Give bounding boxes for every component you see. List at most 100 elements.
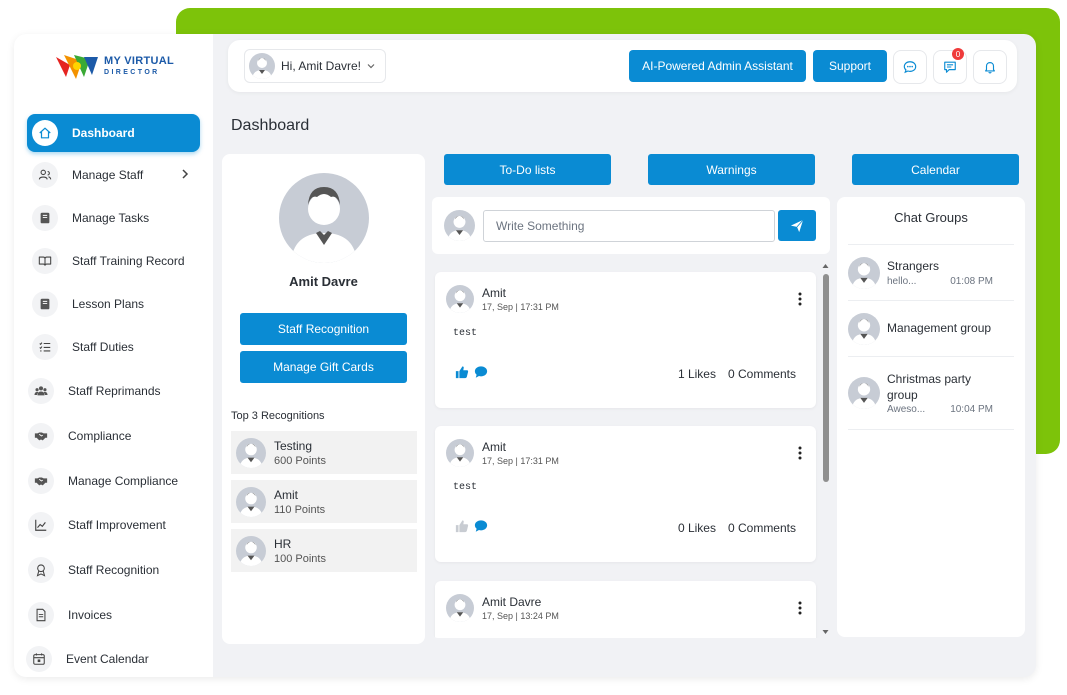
like-icon[interactable] bbox=[455, 519, 469, 533]
compose-post: Write Something bbox=[432, 197, 830, 254]
sidebar-item-staff-recognition[interactable]: Staff Recognition bbox=[23, 551, 196, 589]
feed-post: Amit 17, Sep | 17:31 PM test 1 Likes 0 C… bbox=[435, 272, 816, 408]
sidebar-item-compliance[interactable]: Compliance bbox=[23, 417, 196, 455]
comment-icon[interactable] bbox=[474, 519, 488, 533]
recognition-row[interactable]: Amit 110 Points bbox=[231, 480, 417, 523]
sidebar-item-staff-duties[interactable]: Staff Duties bbox=[27, 328, 200, 366]
sidebar-item-manage-staff[interactable]: Manage Staff bbox=[27, 156, 200, 194]
post-likes-count[interactable]: 1 Likes bbox=[678, 367, 716, 381]
post-comments-count[interactable]: 0 Comments bbox=[728, 367, 796, 381]
post-author: Amit Davre bbox=[482, 595, 542, 609]
sidebar-item-label: Dashboard bbox=[72, 126, 135, 140]
avatar bbox=[236, 535, 266, 566]
avatar bbox=[444, 210, 475, 241]
sidebar-item-label: Event Calendar bbox=[66, 652, 149, 666]
send-post-button[interactable] bbox=[778, 210, 816, 241]
recognition-name: HR bbox=[274, 536, 292, 551]
user-greeting: Hi, Amit Davre! bbox=[281, 59, 362, 73]
notification-count-badge: 0 bbox=[952, 48, 964, 60]
warnings-button[interactable]: Warnings bbox=[648, 154, 815, 185]
post-body: test bbox=[453, 482, 478, 493]
chat-group-item[interactable]: Strangers hello... 01:08 PM bbox=[848, 244, 1014, 300]
todo-lists-button[interactable]: To-Do lists bbox=[444, 154, 611, 185]
chat-groups-title: Chat Groups bbox=[894, 210, 968, 225]
comment-icon[interactable] bbox=[474, 365, 488, 379]
profile-avatar bbox=[279, 173, 369, 263]
notifications-button[interactable] bbox=[973, 50, 1007, 84]
avatar bbox=[446, 594, 474, 622]
sidebar-item-label: Invoices bbox=[68, 608, 113, 622]
chat-bubble-icon bbox=[903, 61, 917, 74]
recognition-name: Amit bbox=[274, 487, 298, 502]
scroll-up-arrow-icon[interactable] bbox=[821, 262, 830, 270]
chevron-down-icon bbox=[367, 64, 375, 69]
sidebar-item-staff-reprimands[interactable]: Staff Reprimands bbox=[23, 372, 196, 410]
sidebar-item-invoices[interactable]: Invoices bbox=[23, 596, 196, 634]
chat-group-item[interactable]: Management group bbox=[848, 300, 1014, 356]
trend-chart-icon bbox=[28, 512, 54, 538]
post-likes-count[interactable]: 0 Likes bbox=[678, 521, 716, 535]
manage-gift-cards-button[interactable]: Manage Gift Cards bbox=[240, 351, 407, 383]
chat-group-name: Strangers bbox=[887, 259, 940, 274]
feed-scrollbar[interactable] bbox=[821, 260, 830, 638]
sidebar-item-label: Staff Training Record bbox=[72, 254, 185, 268]
recognition-name: Testing bbox=[274, 438, 313, 453]
messages-button[interactable]: 0 bbox=[933, 48, 967, 84]
sidebar-item-dashboard[interactable]: Dashboard bbox=[27, 114, 200, 152]
calendar-icon bbox=[26, 646, 52, 672]
sidebar-item-event-calendar[interactable]: Event Calendar bbox=[21, 640, 194, 677]
book-icon bbox=[32, 205, 58, 231]
scrollbar-thumb[interactable] bbox=[823, 274, 829, 482]
recognition-row[interactable]: Testing 600 Points bbox=[231, 431, 417, 474]
staff-recognition-button[interactable]: Staff Recognition bbox=[240, 313, 407, 345]
sidebar-item-label: Manage Tasks bbox=[72, 211, 150, 225]
write-something-input[interactable]: Write Something bbox=[483, 210, 775, 242]
post-comments-count[interactable]: 0 Comments bbox=[728, 521, 796, 535]
logo-subtitle: DIRECTOR bbox=[103, 69, 160, 76]
logo-mark-icon bbox=[55, 55, 98, 79]
post-timestamp: 17, Sep | 17:31 PM bbox=[482, 302, 559, 312]
chat-group-item[interactable]: Christmas party group Aweso... 10:04 PM bbox=[848, 356, 1014, 430]
award-icon bbox=[28, 557, 54, 583]
sidebar-item-label: Lesson Plans bbox=[72, 297, 145, 311]
feed-post: Amit 17, Sep | 17:31 PM test 0 Likes 0 C… bbox=[435, 426, 816, 562]
sidebar-item-label: Staff Reprimands bbox=[68, 384, 161, 398]
sidebar-item-lesson-plans[interactable]: Lesson Plans bbox=[27, 285, 200, 323]
calendar-button[interactable]: Calendar bbox=[852, 154, 1019, 185]
chat-preview: Aweso... bbox=[887, 404, 926, 416]
scroll-down-arrow-icon[interactable] bbox=[821, 628, 830, 636]
message-icon bbox=[944, 61, 956, 73]
sidebar-item-staff-training-record[interactable]: Staff Training Record bbox=[27, 242, 200, 280]
post-timestamp: 17, Sep | 13:24 PM bbox=[482, 611, 559, 621]
sidebar-item-label: Manage Staff bbox=[72, 168, 144, 182]
chat-time: 10:04 PM bbox=[950, 404, 993, 416]
avatar bbox=[249, 53, 275, 79]
like-icon[interactable] bbox=[455, 365, 469, 379]
user-menu-dropdown[interactable]: Hi, Amit Davre! bbox=[244, 49, 387, 83]
chat-button[interactable] bbox=[893, 50, 927, 84]
book-icon bbox=[32, 291, 58, 317]
support-button[interactable]: Support bbox=[813, 50, 887, 82]
ai-admin-assistant-button[interactable]: AI-Powered Admin Assistant bbox=[629, 50, 806, 82]
more-options-icon[interactable] bbox=[798, 601, 802, 615]
sidebar: MY VIRTUAL DIRECTOR Dashboard Manage Sta… bbox=[14, 34, 213, 677]
more-options-icon[interactable] bbox=[798, 446, 802, 460]
top-header: Hi, Amit Davre! AI-Powered Admin Assista… bbox=[228, 40, 1017, 92]
sidebar-item-manage-compliance[interactable]: Manage Compliance bbox=[23, 462, 196, 500]
post-feed[interactable]: Amit 17, Sep | 17:31 PM test 1 Likes 0 C… bbox=[432, 260, 830, 638]
users-icon bbox=[32, 162, 58, 188]
sidebar-item-manage-tasks[interactable]: Manage Tasks bbox=[27, 199, 200, 237]
avatar bbox=[236, 486, 266, 517]
avatar bbox=[848, 377, 880, 409]
avatar bbox=[848, 312, 880, 345]
chat-groups-panel: Chat Groups Strangers hello... 01:08 PM … bbox=[837, 197, 1025, 637]
avatar bbox=[848, 256, 880, 289]
brand-logo[interactable]: MY VIRTUAL DIRECTOR bbox=[54, 50, 174, 82]
profile-name: Amit Davre bbox=[289, 274, 358, 289]
logo-wordmark: MY VIRTUAL bbox=[103, 55, 175, 67]
recognition-row[interactable]: HR 100 Points bbox=[231, 529, 417, 572]
more-options-icon[interactable] bbox=[798, 292, 802, 306]
group-icon bbox=[28, 378, 54, 404]
sidebar-item-label: Manage Compliance bbox=[68, 474, 179, 488]
sidebar-item-staff-improvement[interactable]: Staff Improvement bbox=[23, 506, 196, 544]
